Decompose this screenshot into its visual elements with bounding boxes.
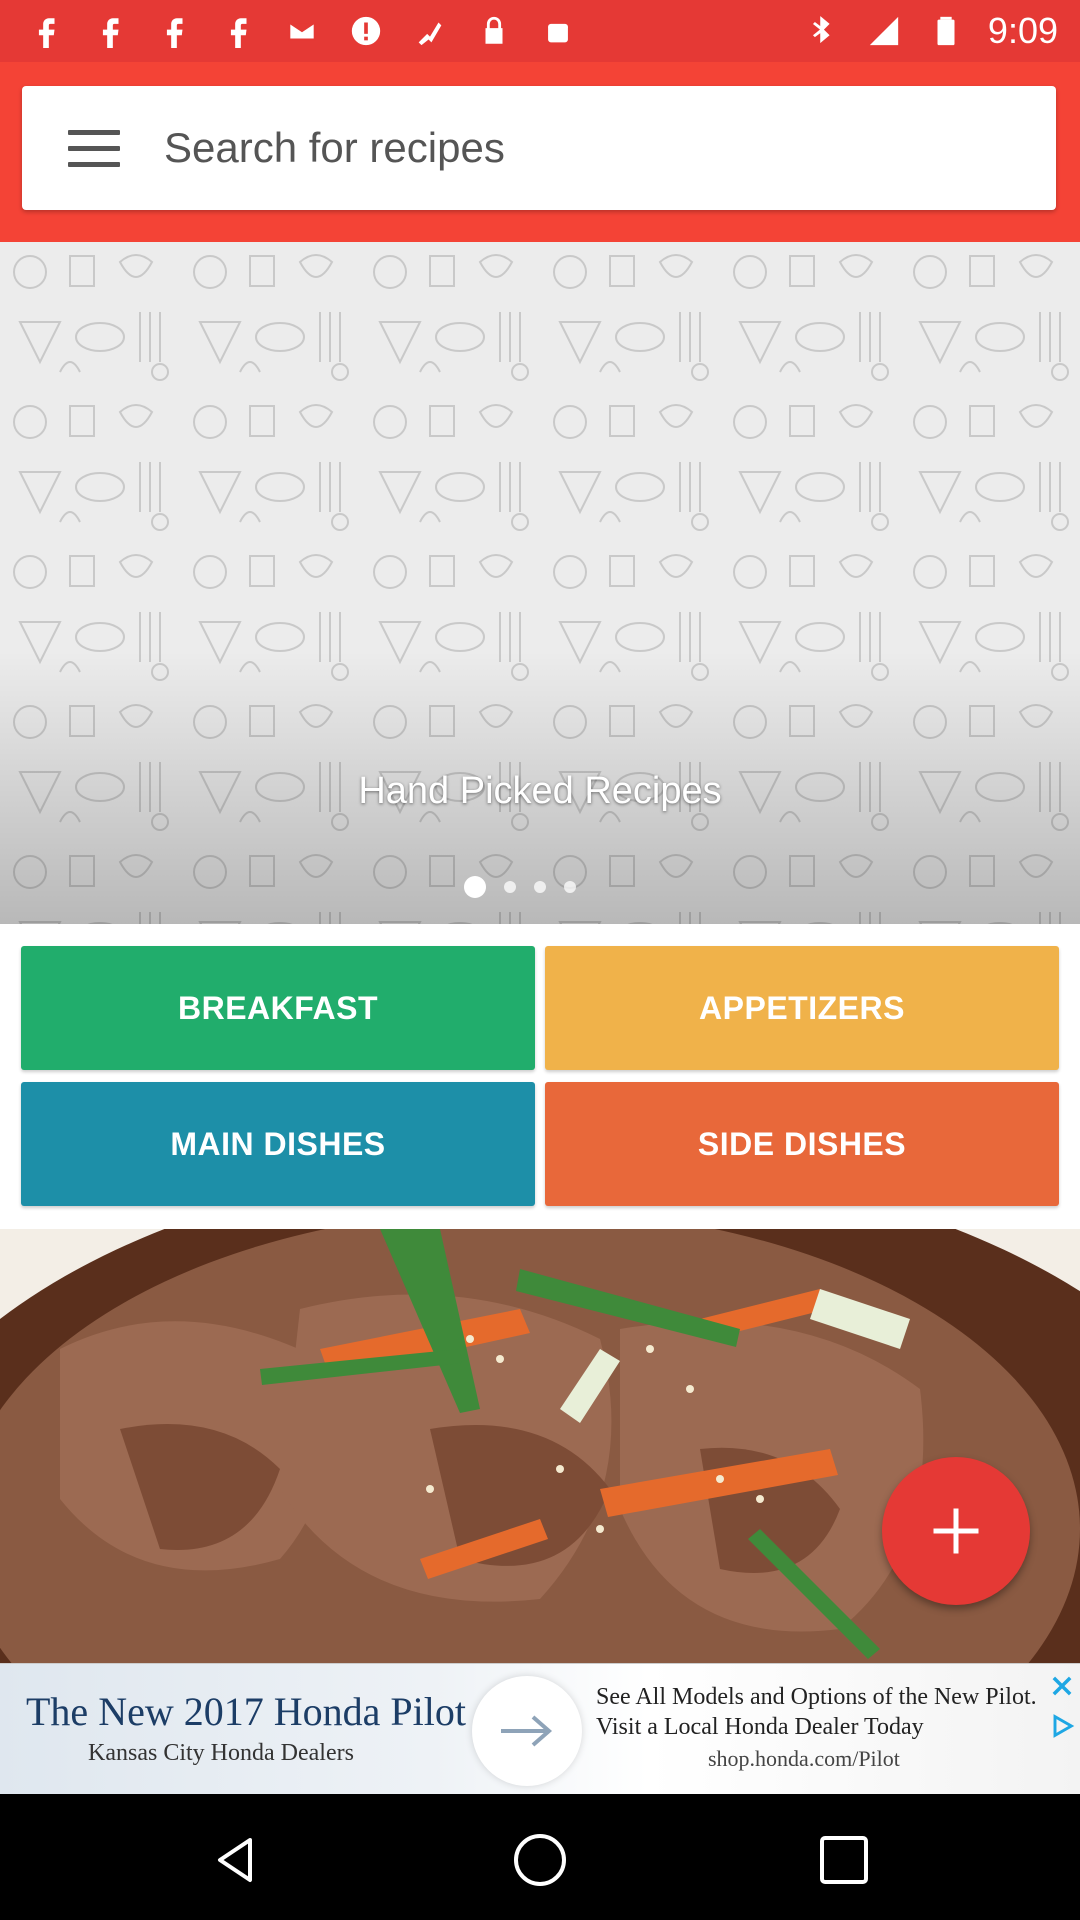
carousel-dot[interactable] xyxy=(504,881,516,893)
recents-icon[interactable] xyxy=(816,1832,872,1888)
search-input[interactable]: Search for recipes xyxy=(164,124,505,172)
android-icon xyxy=(538,11,578,51)
navigation-bar xyxy=(0,1794,1080,1920)
carousel-dot[interactable] xyxy=(564,881,576,893)
facebook-icon xyxy=(218,11,258,51)
hero-carousel[interactable]: Hand Picked Recipes xyxy=(0,242,1080,924)
breakfast-button[interactable]: BREAKFAST xyxy=(21,946,535,1070)
ad-link[interactable]: shop.honda.com/Pilot xyxy=(708,1746,900,1772)
mail-icon xyxy=(282,11,322,51)
food-illustration xyxy=(0,1229,1080,1663)
add-recipe-button[interactable] xyxy=(882,1457,1030,1605)
main-dishes-button[interactable]: MAIN DISHES xyxy=(21,1082,535,1206)
battery-icon xyxy=(926,11,966,51)
back-icon[interactable] xyxy=(208,1832,264,1888)
hero-title: Hand Picked Recipes xyxy=(358,770,722,812)
arrow-right-icon xyxy=(501,1715,553,1747)
facebook-icon xyxy=(26,11,66,51)
status-bar: 9:09 xyxy=(0,0,1080,62)
system-icons: 9:09 xyxy=(802,10,1058,52)
home-icon[interactable] xyxy=(512,1832,568,1888)
menu-icon[interactable] xyxy=(68,130,120,168)
adchoices-icon[interactable] xyxy=(1048,1712,1076,1740)
signal-icon xyxy=(864,11,904,51)
search-bar[interactable]: Search for recipes xyxy=(22,86,1056,210)
plus-icon xyxy=(933,1508,979,1554)
carousel-dot[interactable] xyxy=(534,881,546,893)
facebook-icon xyxy=(154,11,194,51)
notification-icons xyxy=(26,10,578,52)
facebook-icon xyxy=(90,11,130,51)
fake-gps-icon xyxy=(410,11,450,51)
ad-subtitle: Kansas City Honda Dealers xyxy=(88,1740,354,1766)
appetizers-button[interactable]: APPETIZERS xyxy=(545,946,1059,1070)
side-dishes-button[interactable]: SIDE DISHES xyxy=(545,1082,1059,1206)
clock: 9:09 xyxy=(987,10,1058,51)
ad-banner[interactable]: The New 2017 Honda Pilot Kansas City Hon… xyxy=(0,1663,1080,1795)
lock-icon xyxy=(474,11,514,51)
close-icon[interactable] xyxy=(1048,1672,1076,1700)
bluetooth-icon xyxy=(802,11,842,51)
app-bar: Search for recipes xyxy=(0,62,1080,242)
carousel-dot[interactable] xyxy=(464,876,486,898)
featured-recipe-image[interactable] xyxy=(0,1229,1080,1663)
ad-description: See All Models and Options of the New Pi… xyxy=(596,1684,1037,1740)
alert-icon xyxy=(346,11,386,51)
carousel-indicator xyxy=(464,876,576,898)
ad-arrow-button[interactable] xyxy=(472,1676,582,1786)
ad-title: The New 2017 Honda Pilot xyxy=(26,1689,466,1734)
